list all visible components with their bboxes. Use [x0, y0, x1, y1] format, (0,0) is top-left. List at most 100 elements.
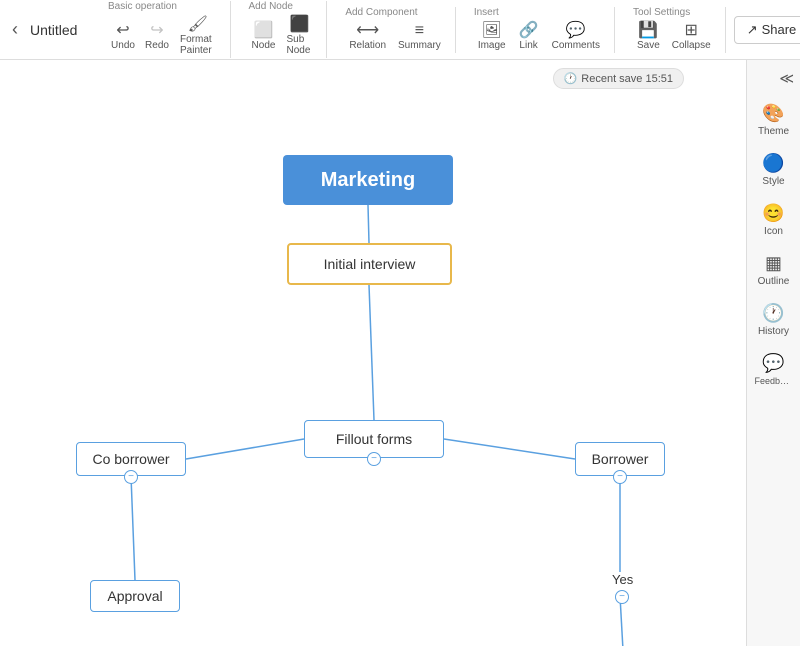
icon-label: Icon [764, 226, 783, 237]
tool-settings-label: Tool Settings [633, 7, 690, 18]
sub-node-icon: ⬛ [289, 17, 309, 33]
format-painter-label: Format Painter [180, 34, 216, 56]
redo-icon: ↪ [150, 23, 163, 39]
initial-interview-label: Initial interview [324, 256, 416, 272]
borrower-node[interactable]: Borrower − [575, 442, 665, 476]
collapse-icon: ⊞ [685, 23, 698, 39]
borrower-label: Borrower [592, 451, 649, 467]
summary-icon: ≡ [415, 23, 424, 39]
sidebar-top-bar: ≪ [747, 68, 800, 89]
canvas-wrapper: 🕐 Recent save 15:51 Marketing Initi [0, 60, 800, 646]
tool-settings-group: Tool Settings 💾 Save ⊞ Collapse [623, 7, 726, 53]
link-label: Link [519, 40, 537, 51]
approval-left-label: Approval [107, 588, 162, 604]
outline-label: Outline [758, 276, 790, 287]
undo-label: Undo [111, 40, 135, 51]
outline-icon: ▦ [765, 253, 782, 274]
add-component-group: Add Component ⟷ Relation ≡ Summary [335, 7, 456, 53]
icon-icon: 😊 [762, 203, 784, 224]
image-icon: 🖼 [482, 23, 502, 39]
node-icon: ⬜ [254, 23, 274, 39]
insert-label: Insert [474, 7, 499, 18]
basic-operation-group: Basic operation ↩ Undo ↪ Redo 🖌 Format P… [98, 1, 231, 58]
back-button[interactable]: ‹ [8, 15, 22, 44]
theme-icon: 🎨 [762, 103, 784, 124]
collapse-button[interactable]: ⊞ Collapse [668, 21, 715, 53]
fillout-forms-label: Fillout forms [336, 431, 412, 447]
relation-label: Relation [349, 40, 386, 51]
recent-save-text: Recent save 15:51 [581, 73, 673, 85]
node-button[interactable]: ⬜ Node [249, 21, 279, 53]
redo-button[interactable]: ↪ Redo [142, 21, 172, 53]
co-borrower-collapse[interactable]: − [124, 470, 138, 484]
basic-operation-label: Basic operation [108, 1, 177, 12]
fillout-forms-node[interactable]: Fillout forms − [304, 420, 444, 458]
format-painter-button[interactable]: 🖌 Format Painter [176, 15, 220, 58]
undo-icon: ↩ [116, 23, 129, 39]
add-node-group: Add Node ⬜ Node ⬛ Sub Node [239, 1, 328, 58]
share-icon: ↗ [747, 22, 758, 38]
sub-node-button[interactable]: ⬛ Sub Node [283, 15, 317, 58]
undo-button[interactable]: ↩ Undo [108, 21, 138, 53]
yes-collapse[interactable]: − [615, 590, 629, 604]
recent-save-badge: 🕐 Recent save 15:51 [553, 68, 684, 89]
link-button[interactable]: 🔗 Link [514, 21, 544, 53]
clock-icon: 🕐 [564, 72, 578, 85]
style-icon: 🔵 [762, 153, 784, 174]
sidebar-item-icon[interactable]: 😊 Icon [751, 197, 797, 243]
theme-label: Theme [758, 126, 789, 137]
add-node-label: Add Node [249, 1, 293, 12]
history-icon: 🕐 [762, 303, 784, 324]
share-label: Share [762, 22, 797, 37]
borrower-collapse[interactable]: − [613, 470, 627, 484]
add-component-label: Add Component [345, 7, 417, 18]
marketing-node[interactable]: Marketing [283, 155, 453, 205]
document-title[interactable]: Untitled [30, 22, 90, 38]
save-button[interactable]: 💾 Save [633, 21, 664, 53]
comments-label: Comments [552, 40, 600, 51]
save-icon: 💾 [638, 23, 658, 39]
sidebar-item-theme[interactable]: 🎨 Theme [751, 97, 797, 143]
sidebar-item-history[interactable]: 🕐 History [751, 297, 797, 343]
initial-interview-node[interactable]: Initial interview [287, 243, 452, 285]
yes-label: Yes [612, 572, 633, 587]
redo-label: Redo [145, 40, 169, 51]
sub-node-label: Sub Node [287, 34, 313, 56]
feedback-label: Feedbac... [755, 376, 793, 386]
image-label: Image [478, 40, 506, 51]
sidebar-item-outline[interactable]: ▦ Outline [751, 247, 797, 293]
co-borrower-node[interactable]: Co borrower − [76, 442, 186, 476]
feedback-icon: 💬 [762, 353, 784, 374]
canvas[interactable]: 🕐 Recent save 15:51 Marketing Initi [0, 60, 746, 646]
sidebar-collapse-button[interactable]: ≪ [779, 70, 794, 87]
summary-button[interactable]: ≡ Summary [394, 21, 445, 53]
collapse-label: Collapse [672, 40, 711, 51]
style-label: Style [762, 176, 784, 187]
toolbar: ‹ Untitled Basic operation ↩ Undo ↪ Redo… [0, 0, 800, 60]
connections-svg [0, 60, 746, 646]
history-label: History [758, 326, 789, 337]
relation-button[interactable]: ⟷ Relation [345, 21, 390, 53]
share-button[interactable]: ↗ Share [734, 16, 800, 44]
insert-items: 🖼 Image 🔗 Link 💬 Comments [474, 21, 604, 53]
sidebar-item-style[interactable]: 🔵 Style [751, 147, 797, 193]
approval-left-node[interactable]: Approval [90, 580, 180, 612]
link-icon: 🔗 [519, 23, 539, 39]
comments-icon: 💬 [566, 23, 586, 39]
node-label: Node [252, 40, 276, 51]
save-label: Save [637, 40, 660, 51]
insert-group: Insert 🖼 Image 🔗 Link 💬 Comments [464, 7, 615, 53]
right-sidebar: ≪ 🎨 Theme 🔵 Style 😊 Icon ▦ Outline 🕐 His… [746, 60, 800, 646]
add-component-items: ⟷ Relation ≡ Summary [345, 21, 445, 53]
right-actions: ↗ Share ⬆ Export [734, 16, 800, 44]
co-borrower-label: Co borrower [92, 451, 169, 467]
tool-settings-items: 💾 Save ⊞ Collapse [633, 21, 715, 53]
relation-icon: ⟷ [356, 23, 379, 39]
comments-button[interactable]: 💬 Comments [548, 21, 604, 53]
image-button[interactable]: 🖼 Image [474, 21, 510, 53]
sidebar-item-feedback[interactable]: 💬 Feedbac... [751, 347, 797, 392]
marketing-label: Marketing [321, 169, 415, 192]
fillout-forms-collapse[interactable]: − [367, 452, 381, 466]
format-painter-icon: 🖌 [188, 17, 208, 33]
summary-label: Summary [398, 40, 441, 51]
